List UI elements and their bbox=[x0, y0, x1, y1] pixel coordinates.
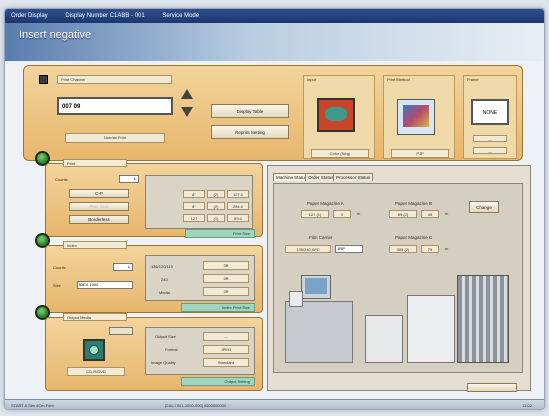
print-size-cell: (1) bbox=[207, 214, 225, 222]
monitor-screen bbox=[305, 278, 327, 294]
printer-machine-illustration bbox=[277, 261, 521, 371]
print-size-cell: 89.0 bbox=[227, 214, 249, 222]
index-size-select[interactable]: IDEX 1000 bbox=[77, 281, 133, 289]
print-counts-select[interactable]: 1 bbox=[119, 175, 139, 183]
magazine-b-value-1: 89 (2) bbox=[389, 210, 417, 218]
taskbar: START A Sim 4Cm Fdm [CALJ 001-1000-000] … bbox=[5, 399, 544, 409]
print-method-card-title: Print Method bbox=[387, 77, 410, 82]
print-channel-icon bbox=[39, 75, 48, 84]
page-next-button[interactable] bbox=[467, 383, 517, 392]
frame-small-value-2: --- bbox=[473, 147, 507, 154]
title-item-service-mode: Service Mode bbox=[162, 13, 200, 19]
film-scanner-unit bbox=[289, 291, 303, 307]
title-item-order-display: Order Display bbox=[11, 13, 48, 19]
index-counts-label: Counts bbox=[53, 265, 66, 270]
taskbar-left-items[interactable]: START A Sim 4Cm Fdm bbox=[11, 403, 54, 408]
output-media-tab[interactable]: Output Media bbox=[63, 313, 127, 321]
film-carrier-value-1: 135/240 AFC bbox=[285, 245, 331, 253]
print-size-cell: 127 bbox=[183, 214, 205, 222]
taskbar-clock: 11:02 bbox=[522, 403, 532, 408]
index-info-left-2: 240 bbox=[161, 277, 168, 282]
input-card-title: Input bbox=[307, 77, 316, 82]
print-method-caption: PJP bbox=[391, 149, 449, 158]
print-size-cell: (2) bbox=[207, 202, 225, 210]
magazine-c-value-1: 305 (2) bbox=[389, 245, 417, 253]
print-size-cell: (2) bbox=[207, 190, 225, 198]
index-info-right-1: 3R bbox=[203, 261, 249, 270]
processor-unit bbox=[365, 315, 403, 363]
output-setting-footer-button[interactable]: Output Setting bbox=[181, 377, 255, 386]
film-strip-icon bbox=[325, 107, 347, 121]
film-carrier-select[interactable]: 1RP bbox=[335, 245, 363, 253]
print-size-cell: 8" bbox=[183, 202, 205, 210]
output-format-label: Format bbox=[165, 347, 178, 352]
output-format-value: JPEG bbox=[203, 345, 249, 354]
channel-value-field[interactable]: 007 09 bbox=[57, 97, 173, 115]
output-size-value: --- bbox=[203, 332, 249, 341]
output-media-select[interactable] bbox=[109, 327, 133, 335]
print-size-cell: 127.0 bbox=[227, 190, 249, 198]
magazine-c-value-2: 75 bbox=[421, 245, 439, 253]
magazine-a-label: Paper Magazine A bbox=[307, 201, 344, 206]
frame-card-title: Frame bbox=[467, 77, 479, 82]
channel-up-arrow-icon[interactable] bbox=[181, 89, 193, 99]
print-size-cell: 8" bbox=[183, 190, 205, 198]
index-size-label: Size bbox=[53, 283, 61, 288]
printer-output-tower bbox=[457, 275, 509, 363]
taskbar-mid-items: [CALJ 001-1000-000] 0000000000 bbox=[164, 403, 227, 408]
printer-main-unit bbox=[407, 295, 455, 363]
magazine-b-value-2: 45 bbox=[421, 210, 439, 218]
index-info-right-3: 3R bbox=[203, 287, 249, 296]
output-size-label: Output Size bbox=[155, 334, 176, 339]
print-size-footer-button[interactable]: Print Size bbox=[185, 229, 255, 238]
magazine-b-unit: m bbox=[445, 211, 449, 216]
output-media-name: CD-R/DVD bbox=[67, 367, 125, 376]
output-quality-label: Image Quality bbox=[151, 360, 176, 365]
magazine-b-label: Paper Magazine B bbox=[395, 201, 433, 206]
title-item-display-number: Display Number C1ABB - 001 bbox=[65, 13, 145, 19]
frame-small-value-1: --- bbox=[473, 135, 507, 142]
workstation-desk bbox=[285, 301, 353, 363]
print-option-borderless[interactable]: Borderless bbox=[69, 215, 129, 224]
print-method-pictures-icon bbox=[403, 105, 429, 127]
tab-processor-status[interactable]: Processor Status bbox=[333, 173, 374, 181]
magazine-c-unit: m bbox=[445, 246, 449, 251]
app-window: Order Display Display Number C1ABB - 001… bbox=[4, 8, 545, 410]
magazine-a-value-1: 127 (1) bbox=[301, 210, 329, 218]
film-carrier-label: Film Carrier bbox=[309, 235, 333, 240]
print-counts-label: Counts bbox=[55, 177, 68, 182]
print-size-cell: 254.0 bbox=[227, 202, 249, 210]
page-title: Insert negative bbox=[19, 29, 92, 41]
frame-value: NONE bbox=[471, 99, 509, 125]
magazine-c-label: Paper Magazine C bbox=[395, 235, 433, 240]
index-tab[interactable]: Index bbox=[63, 241, 127, 249]
channel-down-arrow-icon[interactable] bbox=[181, 107, 193, 117]
print-option-cp[interactable]: C-P bbox=[69, 189, 129, 198]
index-info-right-2: 3R bbox=[203, 274, 249, 283]
cd-disc-icon bbox=[89, 345, 99, 355]
magazine-a-unit: m bbox=[357, 211, 361, 216]
display-table-button[interactable]: Display Table bbox=[211, 104, 289, 118]
print-tab[interactable]: Print bbox=[63, 159, 127, 167]
index-info-left-3: Media bbox=[159, 290, 170, 295]
channel-sub-label: Normal Print bbox=[65, 133, 165, 143]
print-channel-label: Print Channel bbox=[57, 75, 172, 84]
magazine-a-value-2: 0 bbox=[333, 210, 351, 218]
tab-order-status[interactable]: Order Status bbox=[305, 173, 337, 181]
input-card-caption: Color (Neg) bbox=[311, 149, 369, 158]
reprint-setting-button[interactable]: Reprint Setting bbox=[211, 125, 289, 139]
print-option-size[interactable]: Print Size bbox=[69, 202, 129, 211]
output-quality-value: Standard bbox=[203, 358, 249, 367]
index-counts-select[interactable]: 1 bbox=[113, 263, 133, 271]
window-titlebar: Order Display Display Number C1ABB - 001… bbox=[5, 9, 544, 23]
index-print-size-footer-button[interactable]: Index Print Size bbox=[181, 303, 255, 312]
index-info-left-1: 136/120/110 bbox=[151, 264, 173, 269]
change-button[interactable]: Change bbox=[469, 201, 499, 213]
